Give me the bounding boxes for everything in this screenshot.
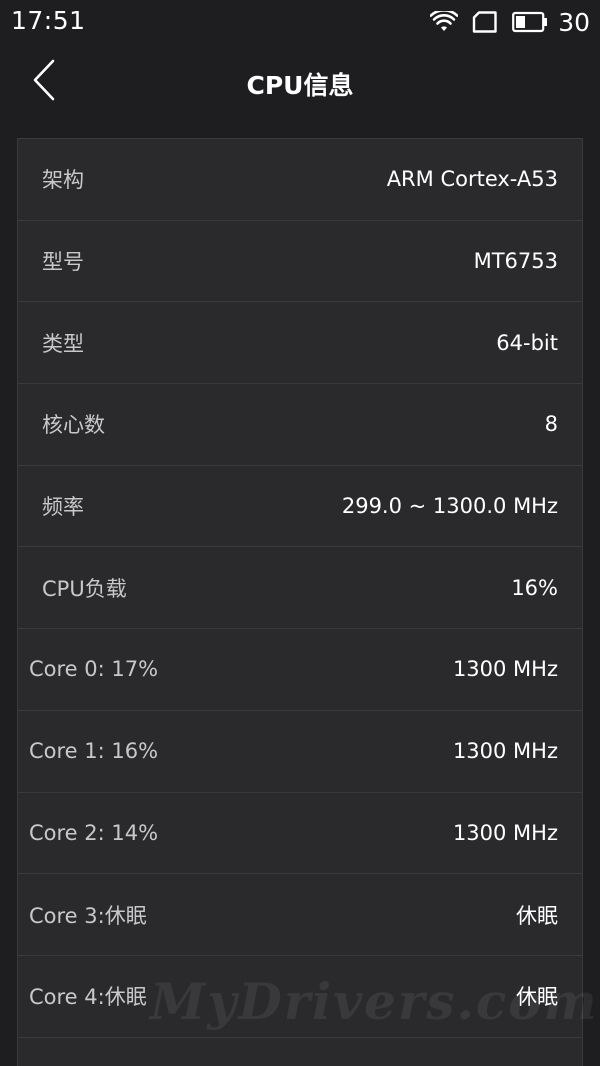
screen: 17:51 30 CPU信息 架构 ARM Cortex-A53 型号 MT67… <box>0 0 600 1066</box>
row-value: 64-bit <box>496 330 558 355</box>
status-bar: 17:51 30 <box>0 0 600 44</box>
row-label: Core 2: 14% <box>29 820 159 845</box>
row-value: 休眠 <box>516 903 558 928</box>
row-label: Core 3:休眠 <box>29 903 147 928</box>
row-label: 核心数 <box>42 413 105 438</box>
info-row-model: 型号 MT6753 <box>18 221 582 303</box>
info-row-core-0: Core 0: 17% 1300 MHz <box>18 629 582 711</box>
row-value: ARM Cortex-A53 <box>386 167 558 192</box>
battery-icon <box>512 11 548 33</box>
row-value: 8 <box>544 412 558 437</box>
row-value: 休眠 <box>516 985 558 1010</box>
status-icons: 30 <box>416 6 590 38</box>
info-row-core-count: 核心数 8 <box>18 384 582 466</box>
row-label: Core 0: 17% <box>29 657 159 682</box>
row-value: 1300 MHz <box>452 657 558 682</box>
row-label: 型号 <box>42 250 84 275</box>
app-header: CPU信息 <box>0 44 600 122</box>
info-row-cpu-load: CPU负载 16% <box>18 547 582 630</box>
row-value: 16% <box>511 575 558 600</box>
info-row-core-1: Core 1: 16% 1300 MHz <box>18 711 582 793</box>
row-value: 1300 MHz <box>452 739 558 764</box>
row-label: CPU负载 <box>42 576 127 601</box>
cpu-info-list: 架构 ARM Cortex-A53 型号 MT6753 类型 64-bit 核心… <box>17 138 583 1066</box>
row-value: 299.0 ~ 1300.0 MHz <box>341 494 558 519</box>
info-row-core-3: Core 3:休眠 休眠 <box>18 874 582 956</box>
info-row-architecture: 架构 ARM Cortex-A53 <box>18 139 582 221</box>
wifi-icon <box>430 11 459 33</box>
row-label: Core 1: 16% <box>29 739 159 764</box>
row-label: 架构 <box>42 168 84 193</box>
info-row-type: 类型 64-bit <box>18 302 582 385</box>
info-row-core-2: Core 2: 14% 1300 MHz <box>18 793 582 875</box>
row-label: 类型 <box>42 331 84 356</box>
page-title: CPU信息 <box>246 71 354 100</box>
sim-icon <box>472 11 498 33</box>
status-time: 17:51 <box>11 6 86 35</box>
row-label: Core 4:休眠 <box>29 985 147 1010</box>
row-value: MT6753 <box>473 249 558 274</box>
row-label: 频率 <box>42 495 84 520</box>
row-value: 1300 MHz <box>452 820 558 845</box>
info-row-partial <box>18 1038 582 1066</box>
info-row-core-4: Core 4:休眠 休眠 <box>18 956 582 1038</box>
info-row-frequency: 频率 299.0 ~ 1300.0 MHz <box>18 466 582 548</box>
battery-level: 30 <box>558 7 590 37</box>
